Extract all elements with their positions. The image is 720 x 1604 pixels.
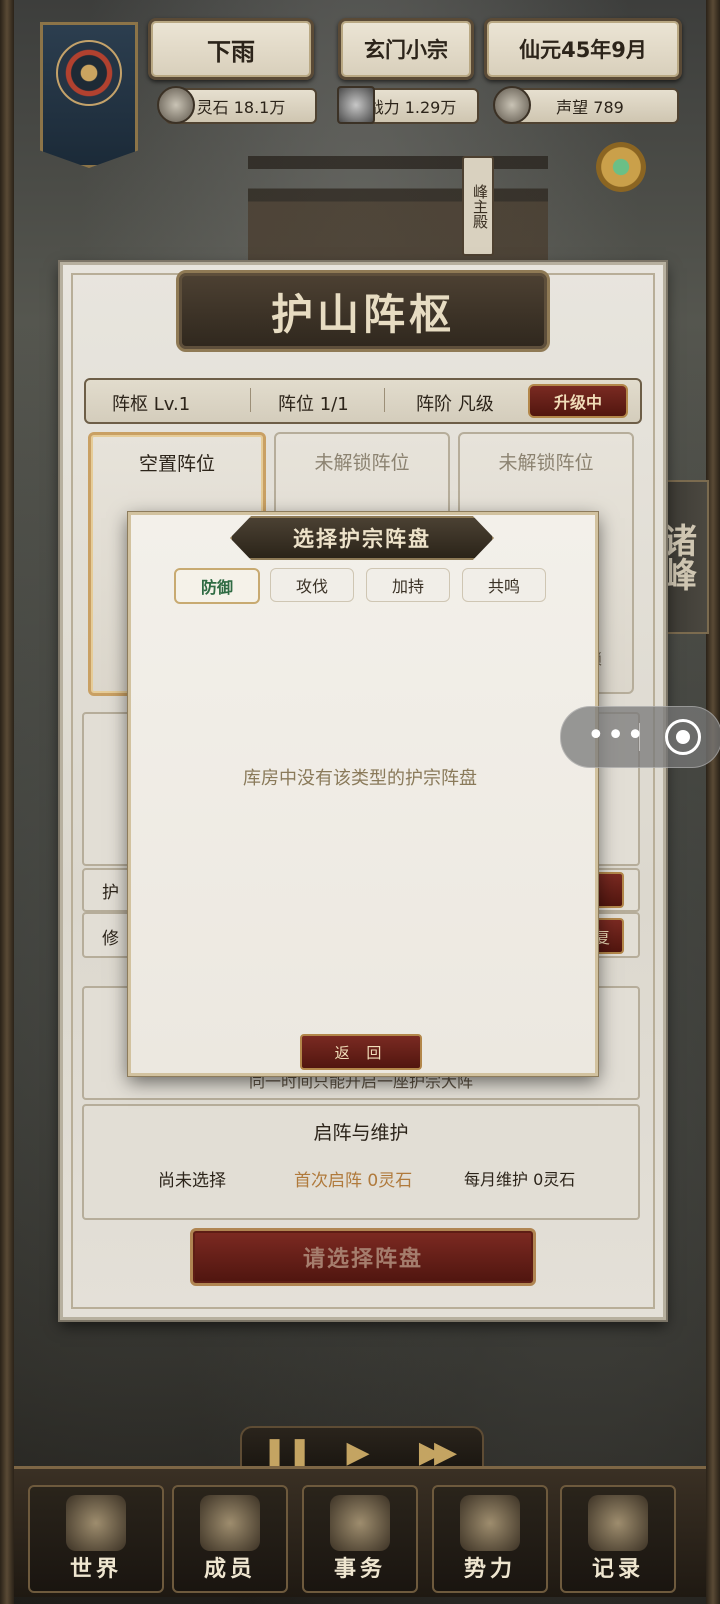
scroll-icon <box>330 1495 390 1551</box>
more-options-icon[interactable]: ••• <box>587 721 644 751</box>
nav-factions[interactable]: 势力 <box>432 1485 548 1593</box>
tab-defense[interactable]: 防御 <box>174 568 260 604</box>
select-formation-label: 请选择阵盘 <box>302 1247 423 1272</box>
formation-info-bar: 阵枢 Lv.1 阵位 1/1 阵阶 凡级 升级中 <box>84 378 642 424</box>
nav-world[interactable]: 世界 <box>28 1485 164 1593</box>
weather-plate[interactable]: 下雨 <box>148 18 314 80</box>
pause-icon[interactable]: ❚❚ <box>262 1436 312 1470</box>
nav-label: 成员 <box>203 1557 256 1582</box>
panel-title-text: 护山阵枢 <box>270 289 455 339</box>
formation-rank: 阵阶 凡级 <box>416 394 494 415</box>
trident-icon <box>337 86 375 124</box>
close-icon[interactable] <box>665 719 701 755</box>
select-formation-button[interactable]: 请选择阵盘 <box>190 1228 536 1286</box>
nav-label: 势力 <box>463 1557 516 1582</box>
resource-bar: 灵石 18.1万 战力 1.29万 声望 789 <box>155 86 680 124</box>
top-info-bar: 下雨 玄门小宗 仙元45年9月 <box>148 18 690 80</box>
divider <box>250 388 251 412</box>
tab-attack[interactable]: 攻伐 <box>270 568 354 602</box>
play-icon[interactable]: ▶ <box>338 1436 378 1470</box>
spirit-stone-text: 灵石 18.1万 <box>196 98 286 117</box>
upgrade-label: 升级中 <box>553 393 602 412</box>
modal-title-text: 选择护宗阵盘 <box>293 527 431 551</box>
sect-name-plate[interactable]: 玄门小宗 <box>338 18 474 80</box>
reputation-orb-icon <box>493 86 531 124</box>
nav-records[interactable]: 记录 <box>560 1485 676 1593</box>
tab-label: 防御 <box>200 578 233 597</box>
frame-right <box>706 0 720 1604</box>
nav-label: 世界 <box>69 1557 122 1582</box>
weather-text: 下雨 <box>207 37 255 66</box>
capsule-divider <box>639 723 640 751</box>
back-button[interactable]: 返 回 <box>300 1034 422 1070</box>
date-plate[interactable]: 仙元45年9月 <box>484 18 682 80</box>
maintenance-box: 启阵与维护 尚未选择 首次启阵 0灵石 每月维护 0灵石 <box>82 1104 640 1220</box>
tab-label: 攻伐 <box>295 577 328 596</box>
reputation-text: 声望 789 <box>556 98 624 117</box>
tab-resonance[interactable]: 共鸣 <box>462 568 546 602</box>
tab-label: 共鸣 <box>487 577 520 596</box>
back-label: 返 回 <box>334 1043 388 1062</box>
book-icon <box>588 1495 648 1551</box>
spirit-stone-icon <box>157 86 195 124</box>
hall-sign[interactable]: 峰主殿 <box>462 156 494 256</box>
faction-banner-icon <box>460 1495 520 1551</box>
panel-title: 护山阵枢 <box>176 270 550 352</box>
divider <box>384 388 385 412</box>
frame-left <box>0 0 14 1604</box>
member-icon <box>200 1495 260 1551</box>
banner-emblem-icon <box>56 40 122 106</box>
world-icon <box>66 1495 126 1551</box>
empty-state-message: 库房中没有该类型的护宗阵盘 <box>243 768 477 789</box>
combat-power-text: 战力 1.29万 <box>367 98 457 117</box>
nav-members[interactable]: 成员 <box>172 1485 288 1593</box>
upgrade-button[interactable]: 升级中 <box>528 384 628 418</box>
miniprogram-capsule: ••• <box>560 706 720 768</box>
monthly-maintenance-cost: 每月维护 0灵石 <box>464 1170 576 1189</box>
reputation-plate[interactable]: 声望 789 <box>493 86 679 124</box>
tab-buff[interactable]: 加持 <box>366 568 450 602</box>
nav-label: 记录 <box>591 1557 644 1582</box>
date-text: 仙元45年9月 <box>519 38 647 62</box>
slot-label: 空置阵位 <box>138 453 215 475</box>
tab-label: 加持 <box>391 577 424 596</box>
bottom-navigation: 世界 成员 事务 势力 记录 <box>14 1466 706 1597</box>
slot-label: 未解锁阵位 <box>498 452 594 474</box>
row-label: 修 <box>102 929 119 949</box>
slot-count: 阵位 1/1 <box>278 394 349 415</box>
first-activation-cost: 首次启阵 0灵石 <box>294 1171 413 1191</box>
row-label: 护 <box>102 883 119 903</box>
nav-affairs[interactable]: 事务 <box>302 1485 418 1593</box>
spirit-stone-plate[interactable]: 灵石 18.1万 <box>157 86 317 124</box>
combat-power-plate[interactable]: 战力 1.29万 <box>337 86 479 124</box>
selected-formation: 尚未选择 <box>158 1171 226 1191</box>
slot-label: 未解锁阵位 <box>314 452 410 474</box>
sect-name-text: 玄门小宗 <box>364 38 448 62</box>
settings-gear-icon[interactable] <box>596 142 646 192</box>
main-hall-illustration <box>248 130 548 260</box>
maintenance-title: 启阵与维护 <box>313 1122 409 1144</box>
nav-label: 事务 <box>333 1557 386 1582</box>
fast-forward-icon[interactable]: ▶▶ <box>406 1436 462 1470</box>
modal-title: 选择护宗阵盘 <box>230 516 494 560</box>
core-level: 阵枢 Lv.1 <box>112 394 191 415</box>
